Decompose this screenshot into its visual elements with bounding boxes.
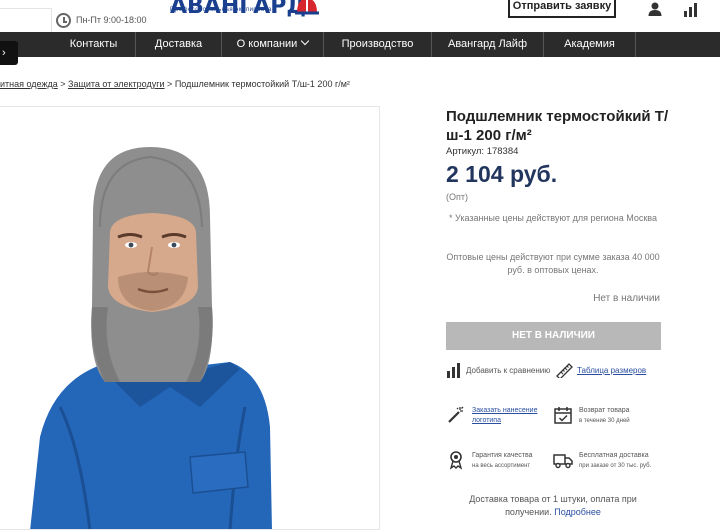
logo-subtitle: Профессиональная экипировка bbox=[170, 7, 272, 13]
return-info: Возврат товара в течение 30 дней bbox=[579, 406, 630, 426]
nav-label: Доставка bbox=[154, 38, 203, 50]
product-sku: Артикул: 178384 bbox=[446, 146, 519, 157]
main-nav: Контакты Доставка О компании Производств… bbox=[0, 32, 720, 57]
add-to-compare-link[interactable]: Добавить к сравнению bbox=[466, 366, 550, 375]
availability-status: Нет в наличии bbox=[593, 293, 660, 304]
nav-item-delivery[interactable]: Доставка bbox=[136, 32, 222, 57]
feature-line: при заказе от 30 тыс. руб. bbox=[579, 462, 652, 469]
quality-guarantee-info: Гарантия качества на весь ассортимент bbox=[472, 451, 533, 471]
clock-icon bbox=[56, 13, 71, 28]
order-logo-print-link[interactable]: Заказать нанесение логотипа bbox=[472, 406, 537, 425]
nav-item-about[interactable]: О компании bbox=[222, 32, 324, 57]
quality-award-icon bbox=[449, 451, 463, 470]
breadcrumb-separator: > bbox=[57, 79, 69, 89]
feature-line: на весь ассортимент bbox=[472, 462, 531, 469]
helmet-icon bbox=[295, 0, 319, 15]
nav-item-academy[interactable]: Академия bbox=[544, 32, 636, 57]
product-price: 2 104 руб. bbox=[446, 161, 558, 187]
breadcrumb-link-workwear[interactable]: итная одежда bbox=[0, 79, 58, 89]
side-arrow-button[interactable]: › bbox=[0, 41, 18, 65]
wholesale-note: Оптовые цены действуют при сумме заказа … bbox=[446, 252, 660, 275]
ruler-icon[interactable] bbox=[555, 362, 573, 378]
feature-line: логотипа bbox=[472, 416, 501, 424]
nav-label: Авангард Лайф bbox=[447, 38, 527, 50]
site-logo[interactable]: АВАНГАРД Профессиональная экипировка bbox=[170, 0, 330, 22]
magic-wand-icon bbox=[448, 406, 464, 423]
working-hours: Пн-Пт 9:00-18:00 bbox=[76, 15, 147, 25]
feature-line: Гарантия качества bbox=[472, 452, 533, 459]
breadcrumb-link-arc-protection[interactable]: Защита от электродуги bbox=[68, 79, 165, 89]
compare-icon[interactable] bbox=[446, 362, 462, 378]
size-table-link[interactable]: Таблица размеров bbox=[577, 366, 646, 375]
nav-item-avangard-life[interactable]: Авангард Лайф bbox=[432, 32, 544, 57]
feature-line: Возврат товара bbox=[579, 407, 630, 414]
nav-label: Контакты bbox=[69, 38, 118, 50]
breadcrumb-current: Подшлемник термостойкий Т/ш-1 200 г/м² bbox=[174, 79, 350, 89]
balaclava-model-image bbox=[30, 147, 272, 529]
nav-item-production[interactable]: Производство bbox=[324, 32, 432, 57]
delivery-truck-icon bbox=[553, 454, 573, 469]
free-delivery-info: Бесплатная доставка при заказе от 30 тыс… bbox=[579, 451, 651, 471]
calendar-check-icon bbox=[554, 407, 572, 424]
breadcrumb-separator: > bbox=[164, 79, 175, 89]
compare-chart-icon[interactable] bbox=[683, 2, 699, 17]
price-type: (Опт) bbox=[446, 192, 468, 202]
chevron-down-icon bbox=[301, 36, 310, 46]
breadcrumb: итная одежда > Защита от электродуги > П… bbox=[0, 79, 350, 89]
more-details-link[interactable]: Подробнее bbox=[554, 507, 601, 517]
product-title: Подшлемник термостойкий Т/ш-1 200 г/м² bbox=[446, 108, 669, 144]
nav-label: О компании bbox=[236, 38, 298, 50]
region-note: * Указанные цены действуют для региона М… bbox=[449, 213, 657, 223]
header-left-panel bbox=[0, 8, 52, 32]
product-photo[interactable] bbox=[0, 106, 380, 530]
feature-line: в течение 30 дней bbox=[579, 417, 630, 424]
out-of-stock-button[interactable]: НЕТ В НАЛИЧИИ bbox=[446, 322, 661, 350]
nav-label: Академия bbox=[564, 38, 615, 50]
feature-line: Заказать нанесение bbox=[472, 407, 538, 414]
delivery-note: Доставка товара от 1 штуки, оплата при п… bbox=[446, 493, 660, 519]
delivery-note-text: Доставка товара от 1 штуки, оплата при п… bbox=[469, 494, 637, 517]
send-request-button[interactable]: Отправить заявку bbox=[508, 0, 616, 18]
user-icon[interactable] bbox=[648, 2, 662, 16]
nav-label: Производство bbox=[341, 38, 414, 50]
feature-line: Бесплатная доставка bbox=[579, 452, 649, 459]
nav-item-contacts[interactable]: Контакты bbox=[52, 32, 136, 57]
site-header: Пн-Пт 9:00-18:00 АВАНГАРД Профессиональн… bbox=[0, 0, 720, 32]
